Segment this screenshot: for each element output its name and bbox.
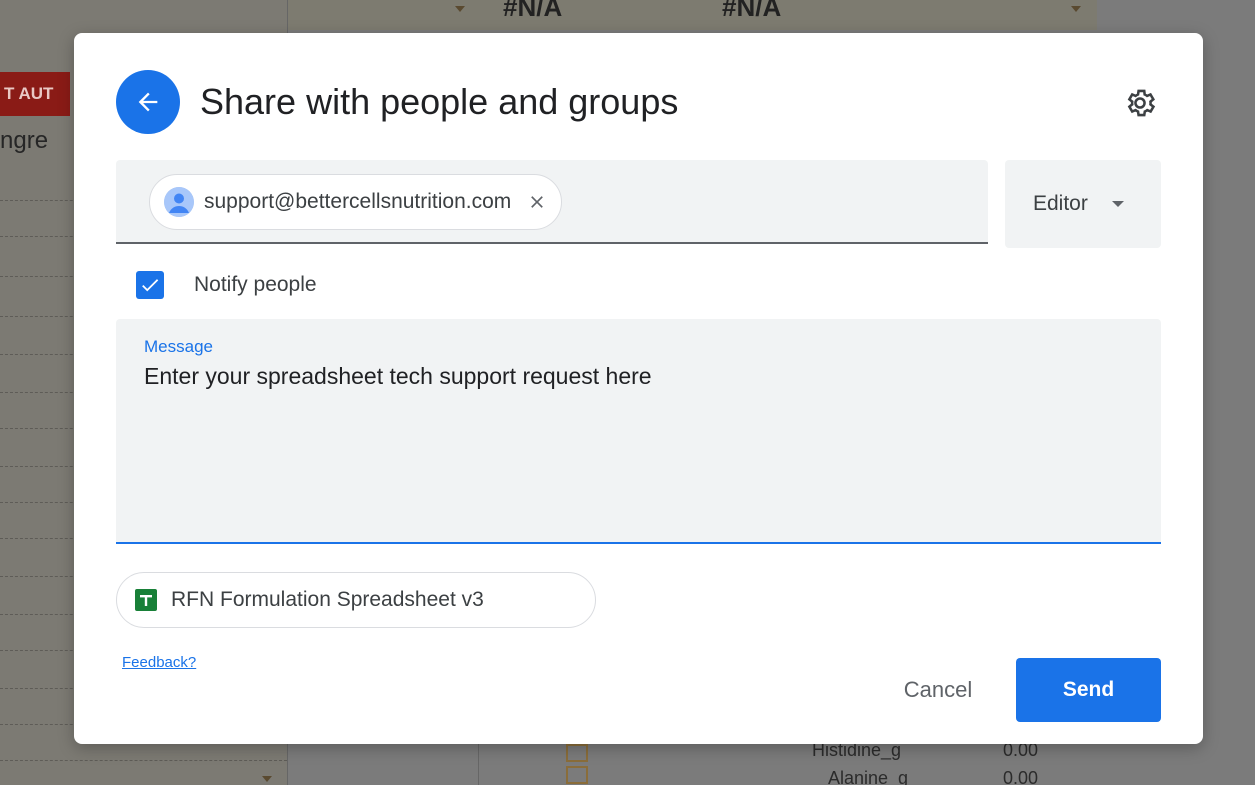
cancel-button[interactable]: Cancel xyxy=(882,658,994,722)
checkbox-cell xyxy=(566,766,588,784)
row-value: 0.00 xyxy=(1003,768,1039,785)
shared-file-chip[interactable]: RFN Formulation Spreadsheet v3 xyxy=(116,572,596,628)
recipient-chip[interactable]: support@bettercellsnutrition.com xyxy=(149,174,563,230)
cell-value-na: #N/A xyxy=(722,0,782,22)
checkmark-icon xyxy=(142,279,159,292)
notify-people-checkbox[interactable] xyxy=(136,271,164,299)
shared-file-name: RFN Formulation Spreadsheet v3 xyxy=(171,588,484,611)
google-sheets-icon xyxy=(135,589,157,611)
row-label: Alanine_g xyxy=(828,768,909,785)
role-dropdown[interactable]: Editor xyxy=(1005,160,1161,248)
recipient-input[interactable]: support@bettercellsnutrition.com xyxy=(116,160,988,244)
close-icon xyxy=(531,196,544,208)
caret-down-icon xyxy=(1111,201,1124,207)
dropdown-arrow-icon xyxy=(1071,6,1081,12)
column-header-cell: ngre xyxy=(0,127,49,154)
spreadsheet-header-strip xyxy=(287,0,1097,30)
notify-people-label: Notify people xyxy=(194,273,317,296)
message-field: Message Enter your spreadsheet tech supp… xyxy=(116,319,1161,544)
cell-value-na: #N/A xyxy=(503,0,563,22)
person-avatar-icon xyxy=(164,187,194,217)
back-button[interactable] xyxy=(116,70,180,134)
arrow-left-icon xyxy=(138,92,158,112)
checkbox-cell xyxy=(566,744,588,762)
settings-button[interactable] xyxy=(1120,83,1160,123)
dropdown-arrow-icon xyxy=(262,776,272,782)
feedback-link[interactable]: Feedback? xyxy=(122,654,196,671)
gear-icon xyxy=(1127,89,1156,117)
dropdown-arrow-icon xyxy=(455,6,465,12)
message-textarea[interactable]: Enter your spreadsheet tech support requ… xyxy=(144,361,1124,511)
recipient-email: support@bettercellsnutrition.com xyxy=(204,190,512,213)
notify-people-row: Notify people xyxy=(136,269,317,301)
send-button[interactable]: Send xyxy=(1016,658,1161,722)
role-selected-value: Editor xyxy=(1033,192,1088,215)
dialog-title: Share with people and groups xyxy=(200,81,679,122)
remove-recipient-button[interactable] xyxy=(525,190,549,214)
message-label: Message xyxy=(144,337,213,356)
share-dialog: Share with people and groups support@bet… xyxy=(74,33,1203,744)
banner-cell: T AUT xyxy=(0,72,70,116)
